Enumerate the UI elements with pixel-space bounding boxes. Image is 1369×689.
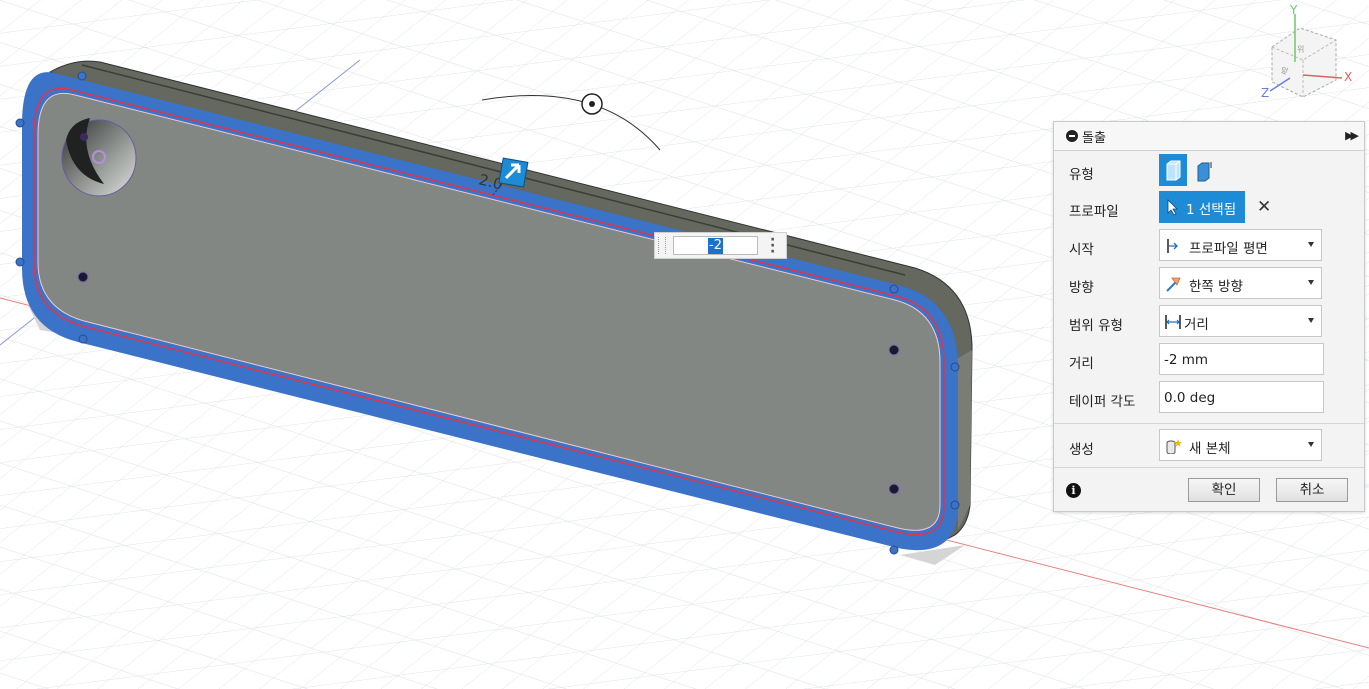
- row-taper-angle: 테이퍼 각도 0.0 deg: [1054, 381, 1364, 415]
- double-chevron-right-icon[interactable]: ▶▶: [1345, 129, 1359, 142]
- hole-sketch-point: [80, 133, 88, 141]
- distance-extent-icon: [1165, 315, 1181, 329]
- distance-inline-value[interactable]: -2: [708, 238, 723, 254]
- direction-dropdown[interactable]: 한쪽 방향: [1159, 267, 1322, 299]
- profile-plane-icon: [1167, 239, 1178, 253]
- drag-grip-icon[interactable]: [658, 237, 666, 254]
- direction-value: 한쪽 방향: [1189, 279, 1243, 295]
- extent-type-label: 범위 유형: [1069, 318, 1123, 334]
- extent-type-value: 거리: [1184, 317, 1209, 333]
- taper-angle-label: 테이퍼 각도: [1069, 394, 1136, 410]
- cursor-arrow-icon: [1167, 199, 1178, 216]
- sketch-point: [78, 334, 88, 344]
- taper-angle-handle-dot: [589, 101, 595, 107]
- sketch-point: [77, 271, 89, 283]
- divider: [1054, 467, 1364, 468]
- extent-type-dropdown[interactable]: 거리: [1159, 305, 1322, 337]
- start-dropdown[interactable]: 프로파일 평면: [1159, 229, 1322, 261]
- row-profile: 프로파일 1 선택됨 ✕: [1054, 191, 1364, 225]
- profile-selection-count: 1 선택됨: [1186, 202, 1237, 218]
- taper-angle-input[interactable]: 0.0 deg: [1159, 381, 1324, 413]
- thin-type-button[interactable]: [1191, 154, 1219, 186]
- row-start: 시작 프로파일 평면: [1054, 229, 1364, 263]
- start-label: 시작: [1069, 242, 1094, 258]
- row-direction: 방향 한쪽 방향: [1054, 267, 1364, 301]
- ok-button[interactable]: 확인: [1188, 478, 1260, 502]
- sketch-point: [15, 257, 25, 267]
- x-axis-label: X: [1344, 70, 1352, 84]
- clear-selection-icon[interactable]: ✕: [1257, 197, 1271, 217]
- chevron-down-icon: [1308, 280, 1314, 285]
- sketch-point: [888, 483, 900, 495]
- one-side-direction-icon: [1166, 277, 1181, 292]
- profile-label: 프로파일: [1069, 204, 1119, 220]
- distance-inline-field[interactable]: -2: [673, 236, 758, 255]
- profile-select-button[interactable]: 1 선택됨: [1159, 191, 1245, 223]
- distance-input[interactable]: -2 mm: [1159, 343, 1324, 375]
- distance-label: 거리: [1069, 356, 1094, 372]
- sketch-point: [950, 362, 960, 372]
- row-extent-type: 범위 유형 거리: [1054, 305, 1364, 339]
- y-axis-label: Y: [1289, 3, 1298, 17]
- row-operation: 생성 새 본체: [1054, 429, 1364, 463]
- solid-type-button[interactable]: [1159, 154, 1187, 186]
- row-type: 유형: [1054, 154, 1364, 188]
- dialog-title: 돌출: [1082, 130, 1106, 146]
- sketch-point: [15, 118, 25, 128]
- thin-extrude-icon: [1197, 162, 1212, 182]
- more-options-icon[interactable]: · · ·: [770, 233, 775, 259]
- new-body-icon: [1166, 439, 1182, 454]
- chevron-down-icon: [1308, 318, 1314, 323]
- chevron-down-icon: [1308, 242, 1314, 247]
- type-label: 유형: [1069, 167, 1094, 183]
- extrude-arrow-icon[interactable]: [498, 157, 529, 188]
- extrude-dialog: 돌출 ▶▶ 유형 프로파일 1 선택됨 ✕ 시작 프로파일 평면 방향 한쪽 방…: [1053, 121, 1365, 512]
- sketch-point: [888, 344, 900, 356]
- solid-extrude-icon: [1166, 160, 1181, 181]
- operation-value: 새 본체: [1189, 441, 1231, 457]
- sketch-point: [889, 284, 899, 294]
- floating-distance-input[interactable]: -2 · · ·: [654, 232, 787, 259]
- dialog-header: 돌출 ▶▶: [1054, 122, 1364, 151]
- taper-angle-value: 0.0 deg: [1164, 390, 1216, 406]
- operation-label: 생성: [1069, 442, 1094, 458]
- distance-value: -2 mm: [1164, 352, 1209, 368]
- z-axis-label: Z: [1261, 86, 1269, 100]
- collapse-icon[interactable]: [1066, 130, 1078, 142]
- direction-label: 방향: [1069, 280, 1094, 296]
- sketch-point: [889, 545, 899, 555]
- viewcube-face-top: 위: [1297, 45, 1304, 54]
- row-distance: 거리 -2 mm: [1054, 343, 1364, 377]
- start-value: 프로파일 평면: [1189, 241, 1268, 257]
- cancel-button[interactable]: 취소: [1276, 478, 1348, 502]
- sketch-point: [950, 500, 960, 510]
- chevron-down-icon: [1308, 442, 1314, 447]
- divider: [1054, 423, 1364, 424]
- info-icon[interactable]: i: [1066, 483, 1081, 498]
- operation-dropdown[interactable]: 새 본체: [1159, 429, 1322, 461]
- sketch-point: [77, 71, 87, 81]
